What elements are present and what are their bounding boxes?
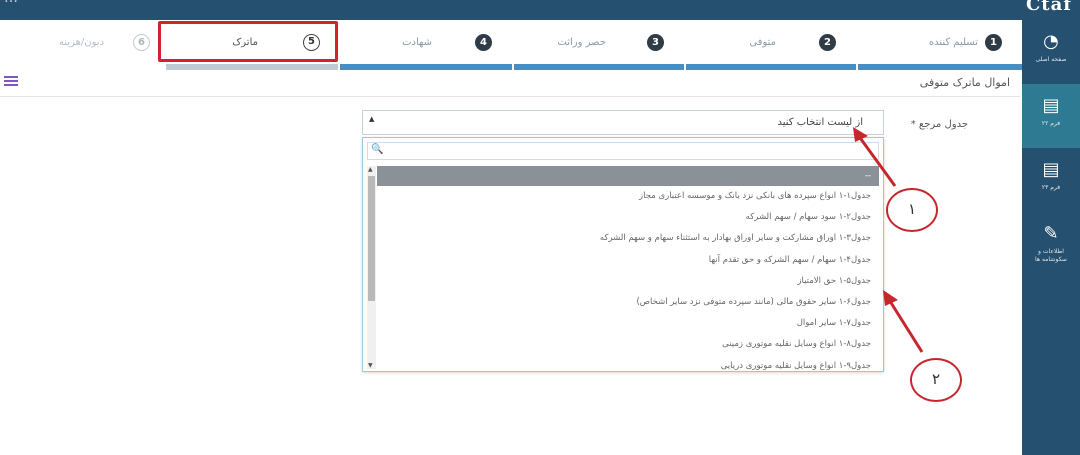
search-icon: 🔍: [371, 144, 384, 155]
top-bar-left-text: …: [4, 0, 18, 6]
step-progress-bar: [686, 64, 856, 70]
sidebar-item-form22[interactable]: ▤ فرم ۲۲: [1022, 84, 1080, 148]
reference-table-label: جدول مرجع *: [910, 119, 968, 130]
list-item[interactable]: جدول۳-۱ اوراق مشارکت و سایر اوراق بهادار…: [377, 228, 879, 249]
step-label: حصر وراثت: [557, 37, 606, 48]
step-number: 2: [819, 34, 836, 51]
step-label: تسلیم کننده: [928, 37, 978, 48]
step-2[interactable]: 2 متوفی: [686, 20, 856, 70]
step-1[interactable]: 1 تسلیم کننده: [858, 20, 1022, 70]
arrow-2-head: [883, 290, 898, 306]
annotation-marker-2: ٢: [910, 358, 962, 402]
divider: [0, 96, 1020, 97]
document-icon: ▤: [1042, 159, 1060, 180]
step-progress-bar: [0, 64, 164, 70]
sidebar-item-label: فرم ۲۲: [1041, 120, 1061, 127]
tag-icon: ✎: [1043, 223, 1059, 244]
sidebar-item-label: فرم ۲۳: [1041, 184, 1061, 191]
annotation-marker-1: ١: [886, 188, 938, 232]
sidebar-item-home[interactable]: ◔ صفحه اصلی: [1022, 20, 1080, 84]
reference-table-select[interactable]: ▲ از لیست انتخاب کنید: [362, 110, 884, 135]
list-item[interactable]: جدول۸-۱ انواع وسایل نقلیه موتوری زمینی: [377, 334, 879, 355]
option-placeholder[interactable]: --: [377, 166, 879, 186]
scroll-up-icon: ▲: [368, 166, 373, 173]
list-item[interactable]: جدول۵-۱ حق الامتیاز: [377, 271, 879, 292]
arrow-2-line: [886, 297, 924, 353]
menu-icon[interactable]: [4, 76, 18, 88]
step-number: 1: [985, 34, 1002, 51]
step-highlight-box: [158, 21, 338, 62]
step-label: دیون/هزینه: [58, 37, 104, 48]
scrollbar-thumb[interactable]: [368, 176, 375, 301]
step-4[interactable]: 4 شهادت: [340, 20, 512, 70]
select-value: از لیست انتخاب کنید: [777, 117, 864, 128]
step-progress-bar: [340, 64, 512, 70]
step-6[interactable]: 6 دیون/هزینه: [0, 20, 164, 70]
sidebar-item-info[interactable]: ✎ اطلاعات و سکونتنامه ها: [1022, 212, 1080, 276]
step-number: 4: [475, 34, 492, 51]
scroll-down-icon: ▼: [368, 362, 373, 369]
dropdown-scrollbar[interactable]: ▲ ▼: [367, 166, 376, 369]
sidebar: ◔ صفحه اصلی ▤ فرم ۲۲ ▤ فرم ۲۳ ✎ اطلاعات …: [1022, 20, 1080, 455]
select-dropdown: 🔍 ▲ ▼ -- جدول۱-۱ انواع سپرده های بانکی ن…: [362, 137, 884, 372]
step-label: متوفی: [749, 37, 776, 48]
section-title: اموال ماترک متوفی: [919, 76, 1010, 89]
caret-up-icon: ▲: [369, 115, 375, 123]
document-icon: ▤: [1042, 95, 1060, 116]
options-list: -- جدول۱-۱ انواع سپرده های بانکی نزد بان…: [377, 166, 879, 371]
sidebar-item-form23[interactable]: ▤ فرم ۲۳: [1022, 148, 1080, 212]
sidebar-item-label: صفحه اصلی: [1035, 56, 1067, 63]
top-bar: … Ctaf: [0, 0, 1080, 20]
list-item[interactable]: جدول۴-۱ سهام / سهم الشرکه و حق تقدم آنها: [377, 250, 879, 271]
app-logo: Ctaf: [1025, 0, 1072, 15]
dashboard-icon: ◔: [1043, 31, 1059, 52]
wizard-steps: 1 تسلیم کننده 2 متوفی 3 حصر وراثت 4 شهاد…: [0, 20, 1022, 70]
step-number: 3: [647, 34, 664, 51]
step-progress-bar: [858, 64, 1022, 70]
list-item[interactable]: جدول۲-۱ سود سهام / سهم الشرکه: [377, 207, 879, 228]
step-3[interactable]: 3 حصر وراثت: [514, 20, 684, 70]
dropdown-search-input[interactable]: 🔍: [367, 142, 879, 160]
list-item[interactable]: جدول۹-۱ انواع وسایل نقلیه موتوری دریایی: [377, 356, 879, 372]
step-progress-bar: [514, 64, 684, 70]
sidebar-item-label: اطلاعات و سکونتنامه ها: [1035, 248, 1067, 263]
list-item[interactable]: جدول۱-۱ انواع سپرده های بانکی نزد بانک و…: [377, 186, 879, 207]
list-item[interactable]: جدول۷-۱ سایر اموال: [377, 313, 879, 334]
step-progress-bar: [166, 64, 338, 70]
list-item[interactable]: جدول۶-۱ سایر حقوق مالی (مانند سپرده متوف…: [377, 292, 879, 313]
step-number: 6: [133, 34, 150, 51]
step-label: شهادت: [402, 37, 432, 48]
